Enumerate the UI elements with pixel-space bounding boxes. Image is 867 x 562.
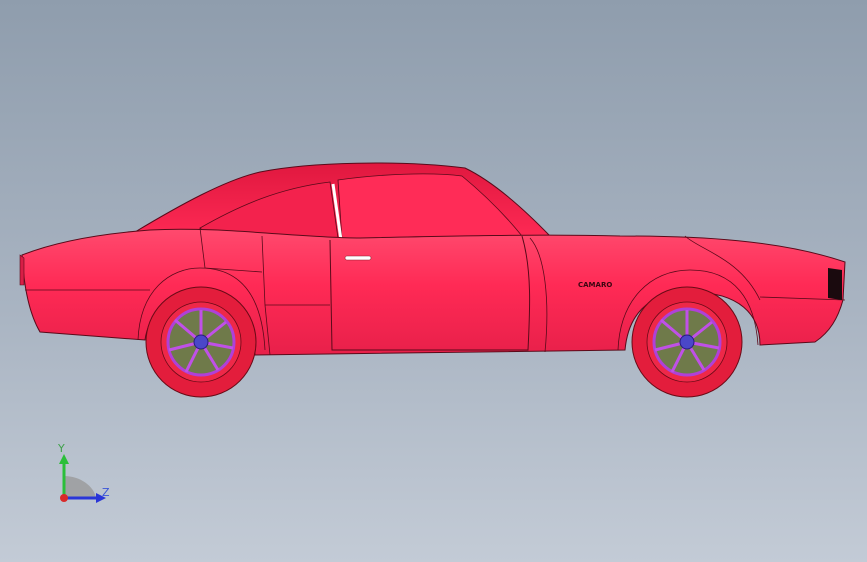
- car-model[interactable]: CAMARO: [0, 0, 867, 562]
- coordinate-triad[interactable]: Y Z: [40, 440, 130, 520]
- triad-axes-icon: [59, 454, 106, 503]
- camaro-badge: CAMARO: [578, 281, 612, 289]
- door-handle: [344, 255, 372, 261]
- y-axis-label: Y: [58, 442, 65, 455]
- front-wheel[interactable]: [631, 286, 743, 398]
- side-window: [337, 173, 523, 241]
- front-grille: [828, 268, 842, 300]
- graphics-viewport[interactable]: CAMARO Y Z: [0, 0, 867, 562]
- rear-wheel[interactable]: [145, 286, 257, 398]
- z-axis-label: Z: [102, 486, 110, 499]
- rear-bumper: [19, 254, 25, 286]
